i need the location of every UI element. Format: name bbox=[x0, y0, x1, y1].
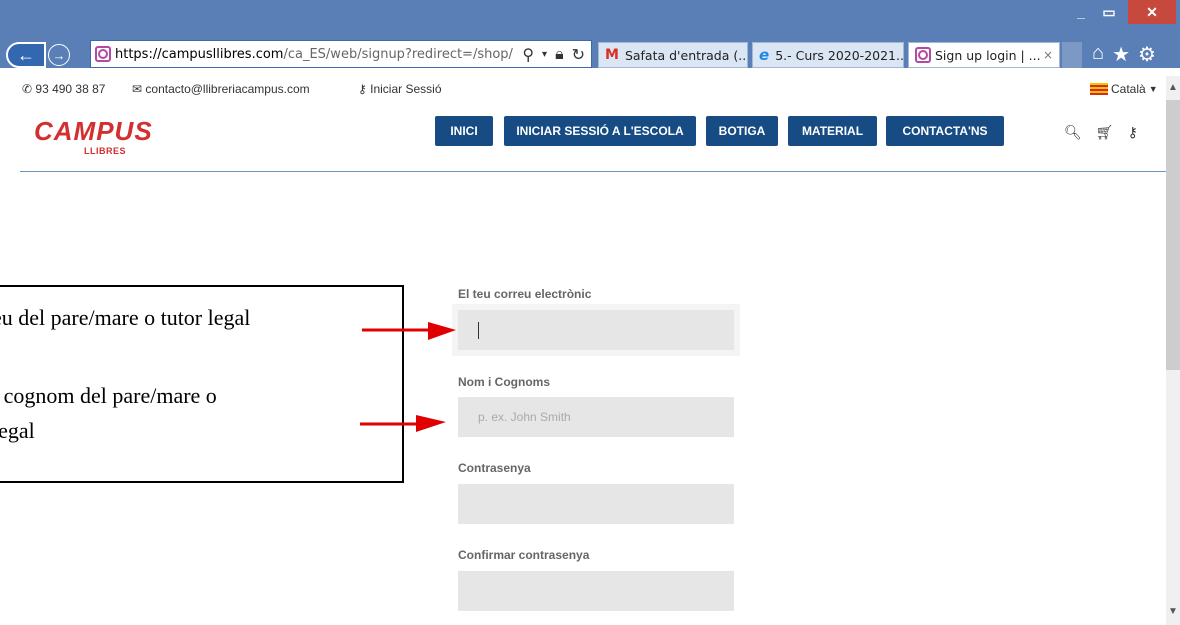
tab-signup[interactable]: Sign up login | ... × bbox=[908, 42, 1060, 68]
nav-iniciar-sessio-escola[interactable]: INICIAR SESSIÓ A L'ESCOLA bbox=[504, 116, 696, 146]
maximize-button[interactable]: ▭ bbox=[1096, 0, 1122, 24]
gmail-icon: M bbox=[605, 47, 619, 63]
nav-contactans[interactable]: CONTACTA'NS bbox=[886, 116, 1004, 146]
site-favicon-icon bbox=[95, 46, 111, 62]
logo-sub-text: LLIBRES bbox=[84, 146, 127, 156]
settings-gear-icon[interactable]: ⚙ bbox=[1138, 42, 1156, 67]
annotation-text-name-cont: legal bbox=[0, 418, 35, 443]
annotation-box: eu del pare/mare o tutor legal i cognom … bbox=[0, 285, 404, 483]
refresh-icon[interactable]: ↻ bbox=[572, 45, 585, 64]
tab-label: Sign up login | ... bbox=[935, 47, 1041, 63]
scroll-down-icon[interactable]: ▼ bbox=[1166, 606, 1180, 617]
password-field[interactable] bbox=[458, 484, 734, 524]
url-host: campusllibres.com bbox=[161, 46, 284, 62]
address-bar[interactable]: https://campusllibres.com/ca_ES/web/sign… bbox=[90, 40, 592, 68]
header-divider bbox=[20, 171, 1166, 172]
phone-info: ✆ 93 490 38 87 bbox=[22, 82, 105, 96]
ie-icon: e bbox=[759, 46, 770, 64]
forward-arrow-icon: → bbox=[52, 47, 66, 63]
site-icon bbox=[915, 47, 931, 63]
scrollbar-thumb[interactable] bbox=[1166, 100, 1180, 370]
language-selector[interactable]: Català ▼ bbox=[1090, 82, 1158, 96]
browser-window: _ ▭ ✕ ← → https://campusllibres.com/ca_E… bbox=[0, 0, 1180, 625]
envelope-icon: ✉ bbox=[132, 82, 146, 96]
key-icon: ⚷ bbox=[358, 82, 371, 96]
cart-icon[interactable]: 🛒︎ bbox=[1096, 124, 1114, 141]
dropdown-icon[interactable]: ▾ bbox=[542, 49, 547, 60]
nav-botiga[interactable]: BOTIGA bbox=[706, 116, 778, 146]
login-link[interactable]: ⚷ Iniciar Sessió bbox=[358, 82, 442, 96]
catalan-flag-icon bbox=[1090, 83, 1108, 95]
language-label: Català bbox=[1111, 82, 1146, 96]
back-button[interactable]: ← bbox=[6, 42, 46, 68]
site-logo[interactable]: CAMPUS LLIBRES bbox=[34, 116, 153, 156]
annotation-text-email: eu del pare/mare o tutor legal bbox=[0, 305, 251, 330]
scroll-up-icon[interactable]: ▲ bbox=[1166, 82, 1180, 93]
lock-icon[interactable]: 🔒︎ bbox=[555, 44, 564, 64]
email-field[interactable] bbox=[458, 310, 734, 350]
tab-label: Safata d'entrada (... bbox=[624, 47, 748, 63]
url-path: /ca_ES/web/signup?redirect=/shop/ bbox=[283, 46, 513, 62]
red-arrow-icon bbox=[362, 322, 456, 340]
tab-close-icon[interactable]: × bbox=[1043, 48, 1053, 62]
forward-button[interactable]: → bbox=[48, 44, 70, 66]
text-caret bbox=[478, 322, 479, 339]
confirm-password-field[interactable] bbox=[458, 571, 734, 611]
caret-down-icon: ▼ bbox=[1148, 84, 1158, 94]
logo-main-text: CAMPUS bbox=[34, 116, 153, 146]
home-icon[interactable]: ⌂ bbox=[1092, 42, 1104, 67]
phone-number: 93 490 38 87 bbox=[35, 82, 106, 96]
red-arrow-icon bbox=[360, 415, 446, 432]
login-label: Iniciar Sessió bbox=[370, 82, 442, 96]
search-icon[interactable]: ⚲ bbox=[522, 45, 534, 64]
tab-label: 5.- Curs 2020-2021... bbox=[775, 47, 904, 63]
tab-course[interactable]: e 5.- Curs 2020-2021... bbox=[752, 42, 904, 68]
phone-icon: ✆ bbox=[22, 82, 36, 96]
title-bar bbox=[0, 0, 1180, 40]
nav-inici[interactable]: INICI bbox=[435, 116, 493, 146]
back-arrow-icon: ← bbox=[17, 44, 35, 65]
tab-gmail[interactable]: M Safata d'entrada (... bbox=[598, 42, 748, 68]
key-icon[interactable]: ⚷ bbox=[1128, 124, 1138, 141]
search-icon[interactable]: 🔍︎ bbox=[1064, 124, 1082, 141]
url-scheme: https:// bbox=[115, 46, 162, 62]
name-label: Nom i Cognoms bbox=[458, 375, 550, 389]
nav-material[interactable]: MATERIAL bbox=[788, 116, 877, 146]
new-tab-button[interactable] bbox=[1062, 42, 1082, 68]
minimize-button[interactable]: _ bbox=[1068, 0, 1094, 24]
email-info[interactable]: ✉ contacto@llibreriacampus.com bbox=[132, 82, 310, 96]
full-name-field[interactable] bbox=[458, 397, 734, 437]
close-window-button[interactable]: ✕ bbox=[1128, 0, 1176, 24]
confirm-password-label: Confirmar contrasenya bbox=[458, 548, 590, 562]
annotation-text-name: i cognom del pare/mare o bbox=[0, 383, 217, 408]
email-address: contacto@llibreriacampus.com bbox=[145, 82, 310, 96]
email-label: El teu correu electrònic bbox=[458, 287, 592, 301]
password-label: Contrasenya bbox=[458, 461, 531, 475]
favorites-star-icon[interactable]: ★ bbox=[1112, 42, 1130, 67]
contact-topbar: ✆ 93 490 38 87 ✉ contacto@llibreriacampu… bbox=[0, 76, 1166, 100]
